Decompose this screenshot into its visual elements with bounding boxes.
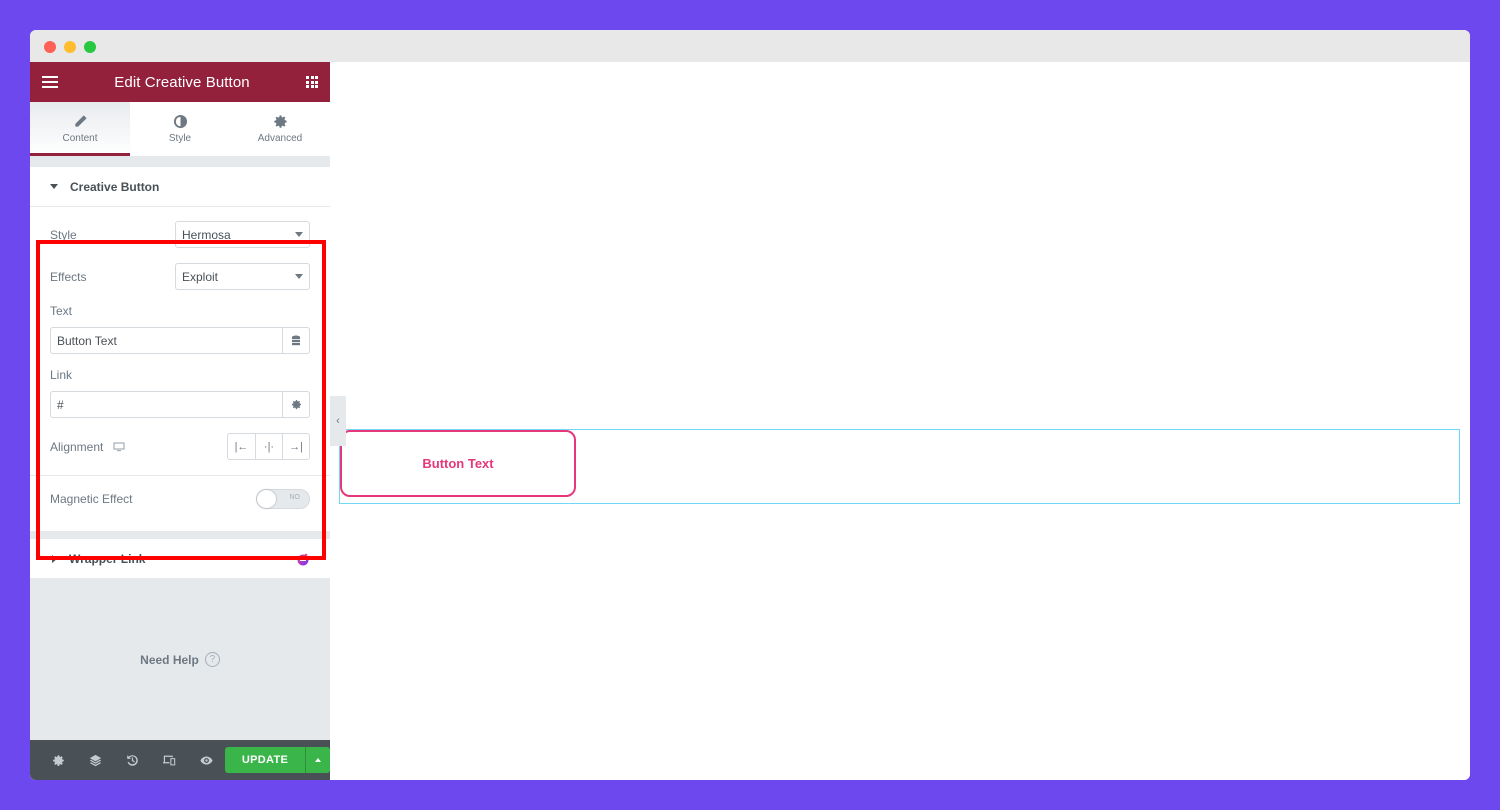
panel-title: Edit Creative Button: [114, 73, 250, 91]
responsive-icon: [163, 755, 176, 765]
panel-header: Edit Creative Button: [30, 62, 330, 102]
text-label-row: Text: [50, 304, 310, 318]
history-button[interactable]: [114, 754, 151, 767]
editor-panel: Edit Creative Button Content Style Advan…: [30, 62, 330, 780]
control-magnetic-effect: Magnetic Effect NO: [50, 489, 310, 509]
alignment-label-wrap: Alignment: [50, 440, 125, 454]
creative-button-preview[interactable]: Button Text: [340, 430, 576, 497]
style-select[interactable]: Hermosa: [175, 221, 310, 248]
window-titlebar: [30, 30, 1470, 62]
update-button[interactable]: UPDATE: [225, 747, 305, 773]
tab-advanced[interactable]: Advanced: [230, 102, 330, 156]
collapse-panel-button[interactable]: ‹: [330, 396, 346, 446]
close-window-button[interactable]: [44, 41, 56, 53]
chevron-left-icon: ‹: [336, 415, 340, 427]
magnetic-effect-toggle[interactable]: NO: [256, 489, 310, 509]
tab-advanced-label: Advanced: [257, 133, 303, 144]
effects-label: Effects: [50, 269, 87, 284]
gear-icon: [291, 400, 301, 410]
link-input-group: #: [50, 391, 310, 418]
tab-style[interactable]: Style: [130, 102, 230, 156]
history-icon: [127, 754, 138, 766]
chevron-down-icon: [295, 232, 303, 237]
control-style: Style Hermosa: [50, 221, 310, 248]
panel-footer: UPDATE: [30, 740, 330, 780]
gear-icon: [273, 115, 287, 128]
align-center-button[interactable]: ·|·: [255, 434, 282, 459]
layers-icon: [89, 754, 102, 766]
need-help-label: Need Help: [140, 652, 199, 667]
caret-up-icon: [315, 758, 321, 762]
link-label: Link: [50, 368, 73, 382]
effects-select-value: Exploit: [182, 269, 219, 284]
text-input-group: Button Text: [50, 327, 310, 354]
section-creative-button-toggle[interactable]: Creative Button: [30, 167, 330, 207]
link-input[interactable]: #: [51, 392, 282, 417]
spacer: [30, 157, 330, 167]
preview-button[interactable]: [188, 754, 225, 767]
need-help-link[interactable]: Need Help ?: [30, 652, 330, 667]
tab-content[interactable]: Content: [30, 102, 130, 156]
caret-down-icon: [50, 184, 58, 189]
tab-style-label: Style: [168, 133, 192, 144]
control-effects: Effects Exploit: [50, 263, 310, 290]
align-left-button[interactable]: |←: [228, 434, 255, 459]
alignment-label: Alignment: [50, 439, 104, 454]
align-right-button[interactable]: →|: [282, 434, 309, 459]
desktop-icon[interactable]: [113, 441, 125, 452]
preview-canvas: Button Text: [330, 62, 1470, 780]
settings-icon: [53, 754, 64, 766]
effects-select[interactable]: Exploit: [175, 263, 310, 290]
update-options-button[interactable]: [305, 747, 330, 773]
text-label: Text: [50, 304, 73, 318]
preview-icon: [200, 755, 213, 765]
style-select-value: Hermosa: [182, 227, 231, 242]
half-circle-icon: [173, 114, 187, 129]
text-input[interactable]: Button Text: [51, 328, 282, 353]
link-label-row: Link: [50, 368, 310, 382]
hamburger-icon[interactable]: [42, 76, 58, 88]
style-label: Style: [50, 227, 77, 242]
pro-badge-icon: [297, 553, 309, 565]
magnetic-effect-label: Magnetic Effect: [50, 492, 133, 506]
navigator-button[interactable]: [77, 754, 114, 767]
pencil-icon: [74, 115, 87, 127]
settings-button[interactable]: [40, 754, 77, 767]
dynamic-tags-button[interactable]: [282, 328, 309, 353]
question-icon: ?: [204, 652, 220, 667]
control-alignment: Alignment |← ·|· →|: [50, 433, 310, 460]
alignment-choices: |← ·|· →|: [227, 433, 310, 460]
maximize-window-button[interactable]: [84, 41, 96, 53]
grid-icon[interactable]: [306, 76, 318, 88]
toggle-state-label: NO: [289, 494, 301, 501]
responsive-button[interactable]: [151, 754, 188, 767]
link-options-button[interactable]: [282, 392, 309, 417]
chevron-down-icon: [295, 274, 303, 279]
toggle-knob: [257, 490, 276, 508]
minimize-window-button[interactable]: [64, 41, 76, 53]
tab-content-label: Content: [62, 133, 98, 144]
panel-tabs: Content Style Advanced: [30, 102, 330, 157]
spacer: [30, 531, 330, 539]
caret-right-icon: [52, 554, 57, 563]
section-wrapper-link-title: Wrapper Link: [69, 551, 146, 566]
creative-button-controls: Style Hermosa Effects Exploit Text Butto…: [30, 207, 330, 531]
section-creative-button-title: Creative Button: [70, 179, 160, 194]
browser-window: Edit Creative Button Content Style Advan…: [30, 30, 1470, 780]
database-icon: [292, 335, 300, 346]
wrapper-link-title-wrap: Wrapper Link: [50, 552, 145, 566]
section-wrapper-link-toggle[interactable]: Wrapper Link: [30, 539, 330, 579]
